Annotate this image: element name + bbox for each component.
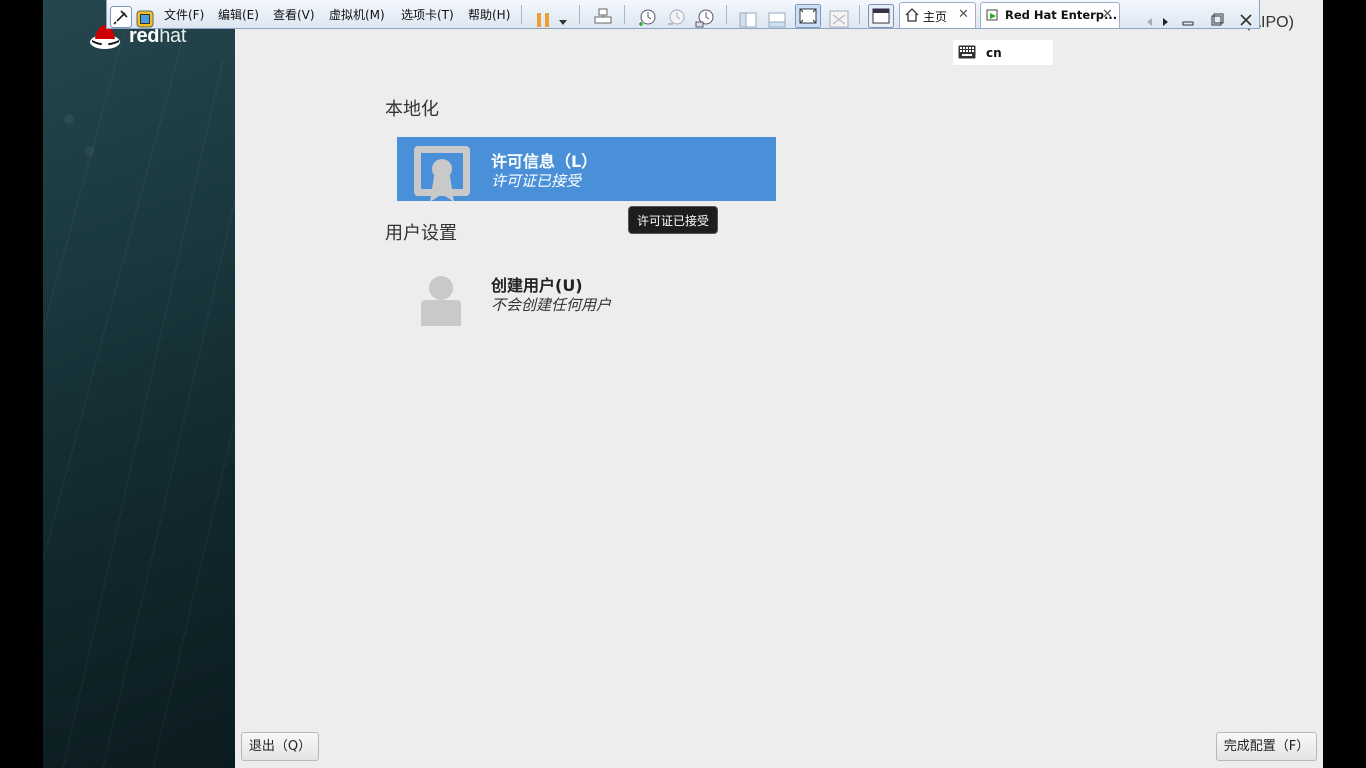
- user-icon: [421, 276, 461, 326]
- spoke-status: 不会创建任何用户: [491, 296, 612, 314]
- spoke-status: 许可证已接受: [491, 172, 582, 190]
- tab-label: 主页: [923, 10, 948, 24]
- screen: redhat (AIPO) cn 本地化 许可信息（L） 许可证已接受 许可证已…: [0, 0, 1366, 768]
- quit-button[interactable]: 退出（Q）: [241, 732, 319, 761]
- snapshot-manager-icon[interactable]: [695, 4, 715, 32]
- menu-view[interactable]: 查看(V): [273, 6, 315, 23]
- keyboard-icon: [958, 45, 976, 59]
- tab-close-icon[interactable]: ✕: [958, 7, 969, 22]
- toolbar-separator: [624, 5, 625, 24]
- home-icon: [905, 8, 919, 22]
- section-title-localization: 本地化: [385, 99, 439, 120]
- fullscreen-icon[interactable]: [795, 2, 821, 30]
- toolbar-separator: [859, 5, 860, 24]
- minimize-icon[interactable]: [1180, 6, 1196, 34]
- toolbar-separator: [579, 5, 580, 24]
- vm-toolbar: 文件(F) 编辑(E) 查看(V) 虚拟机(M) 选项卡(T) 帮助(H) 主页…: [106, 0, 1260, 29]
- main-panel: (AIPO) cn 本地化 许可信息（L） 许可证已接受 许可证已接受 用户设置…: [235, 0, 1323, 768]
- license-icon: [414, 146, 470, 202]
- finish-configuration-button[interactable]: 完成配置（F）: [1216, 732, 1317, 761]
- tab-label: Red Hat Enterp...: [1005, 8, 1118, 22]
- tab-scroll-right-icon[interactable]: [1162, 8, 1170, 36]
- snapshot-take-icon[interactable]: [637, 4, 657, 32]
- toolbar-separator: [521, 5, 522, 24]
- menu-file[interactable]: 文件(F): [164, 6, 204, 23]
- restore-icon[interactable]: [1209, 6, 1225, 34]
- unity-icon[interactable]: [829, 5, 849, 33]
- menu-vm[interactable]: 虚拟机(M): [329, 6, 385, 23]
- tab-scroll-left-icon[interactable]: [1145, 8, 1153, 36]
- toolbar-separator: [726, 5, 727, 24]
- spoke-title: 许可信息（L）: [491, 152, 598, 171]
- keyboard-layout-indicator[interactable]: cn: [953, 40, 1053, 65]
- vm-tab-icon: [986, 9, 998, 21]
- console-view-icon[interactable]: [868, 2, 894, 30]
- spoke-title: 创建用户(U): [491, 276, 583, 295]
- tooltip: 许可证已接受: [628, 206, 718, 234]
- vm-guest-screen: redhat (AIPO) cn 本地化 许可信息（L） 许可证已接受 许可证已…: [43, 0, 1323, 768]
- pin-icon[interactable]: [110, 3, 132, 31]
- snapshot-revert-icon[interactable]: [666, 4, 686, 32]
- menu-help[interactable]: 帮助(H): [468, 6, 510, 23]
- menu-tabs[interactable]: 选项卡(T): [401, 6, 454, 23]
- sidebar-background-art: [43, 0, 235, 768]
- send-ctrl-alt-del-icon[interactable]: [594, 4, 612, 32]
- tab-home[interactable]: 主页 ✕: [899, 2, 976, 28]
- spoke-create-user[interactable]: 创建用户(U) 不会创建任何用户: [397, 261, 776, 326]
- close-icon[interactable]: [1238, 6, 1254, 34]
- thumbnail-bar-icon[interactable]: [768, 6, 786, 34]
- section-title-user-settings: 用户设置: [385, 223, 457, 244]
- pause-icon[interactable]: [535, 6, 551, 34]
- tab-redhat-vm[interactable]: Red Hat Enterp... ✕: [980, 2, 1120, 28]
- tab-close-icon[interactable]: ✕: [1102, 7, 1113, 22]
- keyboard-layout-label: cn: [986, 46, 1002, 60]
- chevron-down-icon[interactable]: [558, 9, 568, 37]
- sidebar: redhat: [43, 0, 235, 768]
- spoke-license-info[interactable]: 许可信息（L） 许可证已接受: [397, 137, 776, 202]
- vm-power-icon[interactable]: [136, 5, 154, 33]
- library-view-icon[interactable]: [739, 6, 757, 34]
- menu-edit[interactable]: 编辑(E): [218, 6, 259, 23]
